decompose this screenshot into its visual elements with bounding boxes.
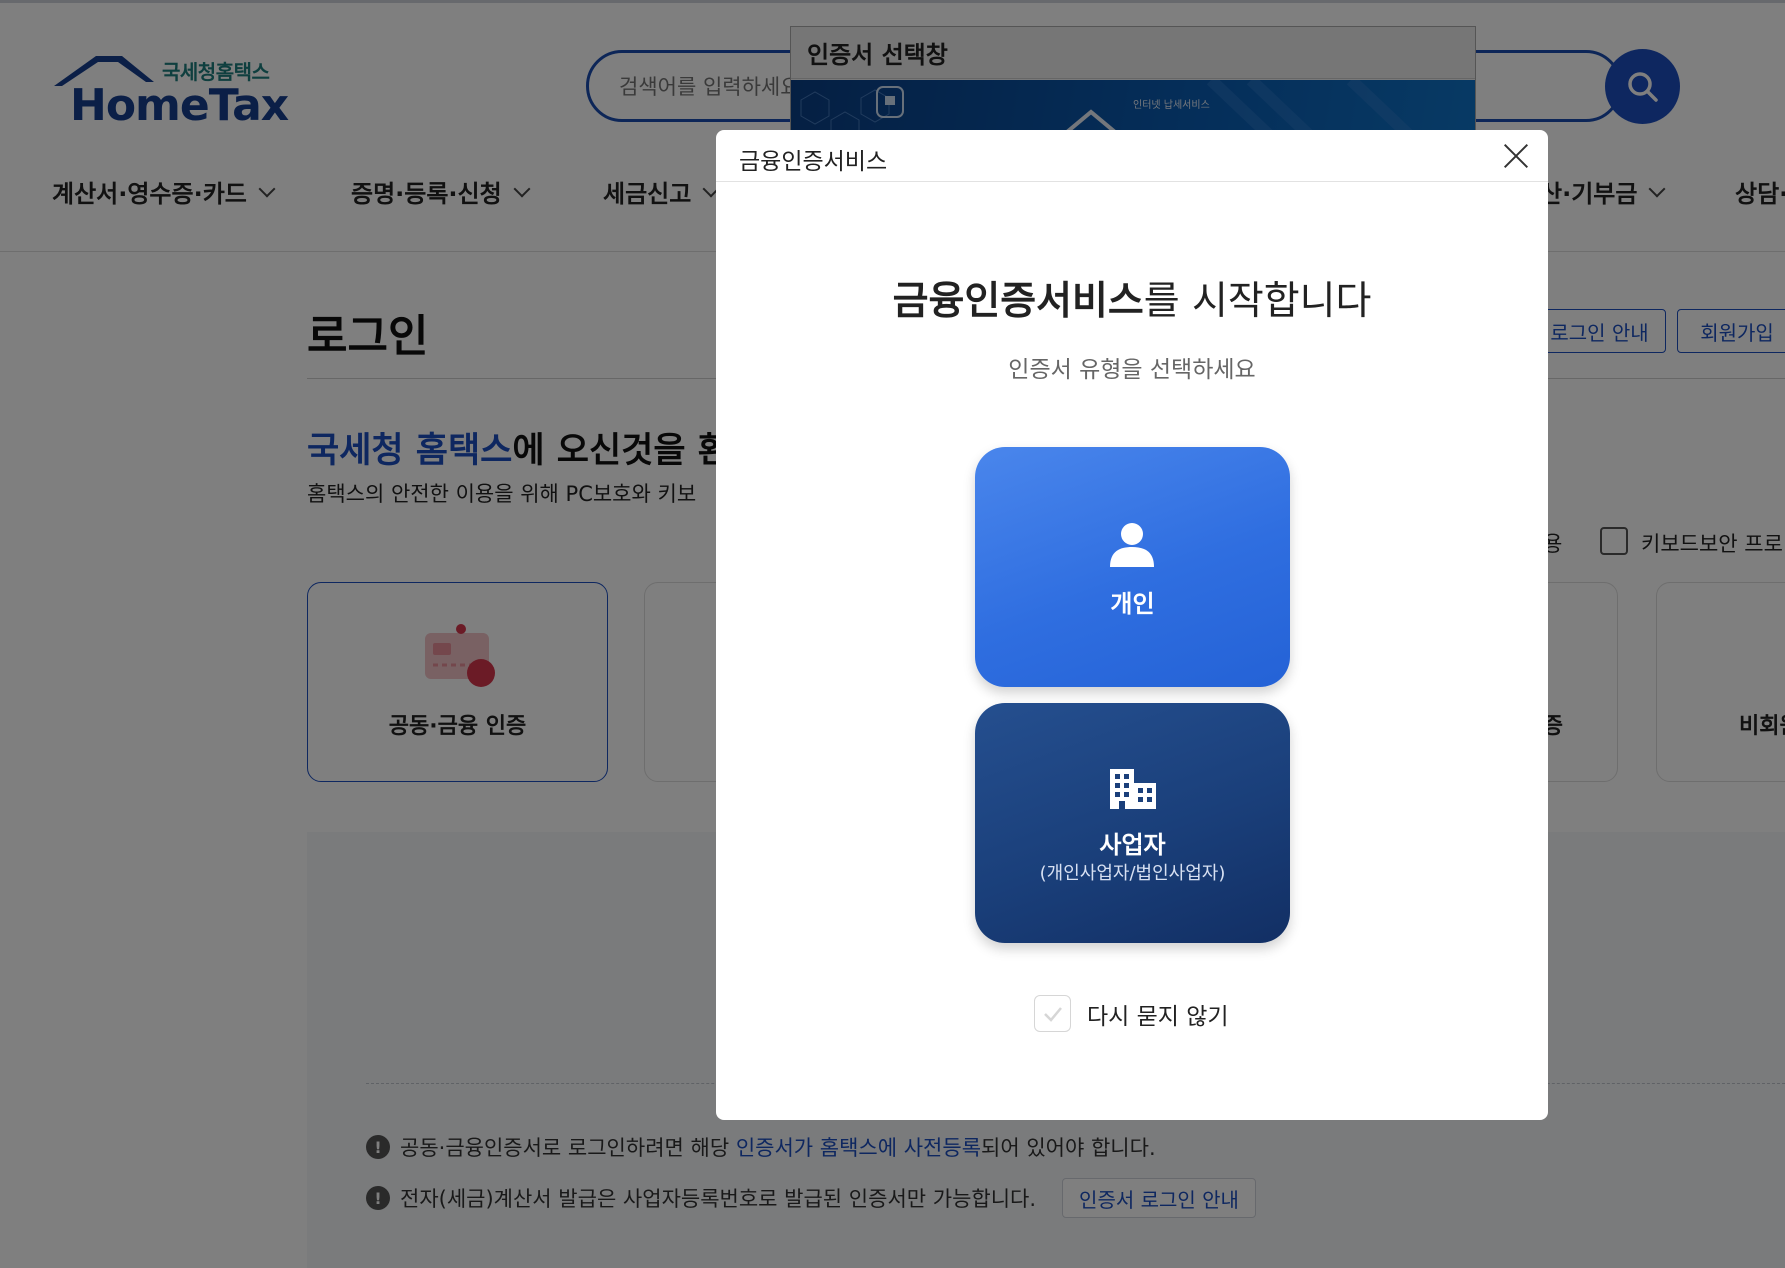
modal-title: 금융인증서비스 (739, 149, 888, 175)
business-label: 사업자 (1099, 831, 1166, 859)
personal-label: 개인 (1110, 590, 1155, 618)
dont-ask-label: 다시 묻지 않기 (1087, 1003, 1229, 1030)
person-icon (1110, 523, 1154, 567)
modal-subheading: 인증서 유형을 선택하세요 (1008, 357, 1256, 383)
modal-header: 금융인증서비스 (716, 130, 1548, 182)
check-icon (1043, 1006, 1062, 1022)
financial-cert-modal: 금융인증서비스 금융인증서비스를 시작합니다 인증서 유형을 선택하세요 개인 … (716, 130, 1548, 1120)
personal-cert-button[interactable]: 개인 (975, 447, 1290, 687)
dont-ask-checkbox[interactable] (1034, 995, 1071, 1032)
modal-heading: 금융인증서비스를 시작합니다 (892, 279, 1372, 324)
business-sublabel: (개인사업자/법인사업자) (1039, 863, 1226, 884)
dont-ask-again-option[interactable]: 다시 묻지 않기 (1034, 995, 1229, 1032)
business-cert-button[interactable]: 사업자 (개인사업자/법인사업자) (975, 703, 1290, 943)
close-icon[interactable] (1500, 140, 1532, 172)
building-icon (1110, 769, 1156, 809)
